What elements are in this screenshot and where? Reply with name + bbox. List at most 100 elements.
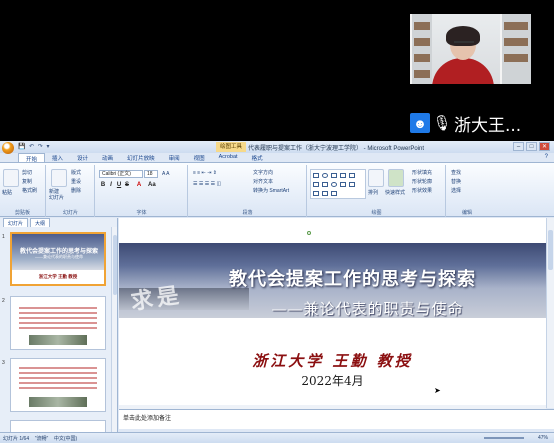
minimize-button[interactable]: – xyxy=(513,142,524,151)
help-icon[interactable]: ? xyxy=(545,154,548,160)
slide-author[interactable]: 浙江大学 王勤 教授 xyxy=(119,350,546,371)
slide-thumbnail[interactable]: 教代会提案工作的思考与探索 ——兼论代表的职责与使命 浙江大学 王勤 教授 xyxy=(10,232,106,286)
panel-tabs: 幻灯片 大纲 xyxy=(0,218,117,227)
paste-icon[interactable] xyxy=(3,169,19,187)
copy-button[interactable]: 复制 xyxy=(22,178,32,185)
cut-button[interactable]: 剪切 xyxy=(22,169,32,176)
bookshelf xyxy=(410,14,432,84)
vertical-scrollbar[interactable] xyxy=(546,218,554,408)
quick-styles-icon[interactable] xyxy=(388,169,404,187)
group-font: Calibri (正文) 18 A A B I U S A Aa 字体 xyxy=(96,165,188,217)
ribbon-tabs: 开始 插入 设计 动画 幻灯片放映 审阅 视图 Acrobat 格式 ? xyxy=(0,153,554,163)
arrange-icon[interactable] xyxy=(368,169,384,187)
thumbnail-subtitle: ——兼论代表的职责与使命 xyxy=(35,254,83,259)
group-label: 段落 xyxy=(242,210,253,216)
tab-format[interactable]: 格式 xyxy=(245,153,270,162)
smartart-button[interactable]: 转换为 SmartArt xyxy=(253,187,289,194)
tab-slideshow[interactable]: 幻灯片放映 xyxy=(120,153,162,162)
find-button[interactable]: 查找 xyxy=(451,169,461,176)
layout-button[interactable]: 版式 xyxy=(71,169,81,176)
status-left: 幻灯片 1/64 "流畅" 中文(中国) xyxy=(3,435,77,442)
mouse-cursor-icon: ➤ xyxy=(434,386,441,395)
screen: ☻ 🎙 浙大王... 💾 ↶ ↷ ▾ 绘图工具 代表履职与提案工作（浙大宁波理工… xyxy=(0,0,554,443)
context-tab: 绘图工具 xyxy=(216,142,247,152)
change-case-icon[interactable]: Aa xyxy=(148,182,156,189)
notes-pane[interactable]: 单击此处添加备注 xyxy=(119,409,554,429)
tab-slides[interactable]: 幻灯片 xyxy=(3,218,29,227)
new-slide-icon[interactable] xyxy=(51,169,67,187)
tab-outline[interactable]: 大纲 xyxy=(30,218,51,227)
font-name-select[interactable]: Calibri (正文) xyxy=(99,170,143,178)
status-bar: 幻灯片 1/64 "流畅" 中文(中国) 47% xyxy=(0,432,554,443)
shape-outline-button[interactable]: 形状轮廓 xyxy=(412,178,432,185)
person-body xyxy=(432,58,494,84)
tab-home[interactable]: 开始 xyxy=(18,153,46,163)
tab-acrobat[interactable]: Acrobat xyxy=(212,153,245,162)
italic-icon[interactable]: I xyxy=(108,182,114,189)
font-color-icon[interactable]: A xyxy=(136,182,142,189)
maximize-button[interactable]: □ xyxy=(526,142,537,151)
list-icons[interactable]: ≡ ≡ ⇤ ⇥ ⇕ xyxy=(193,170,217,176)
slide-title[interactable]: 教代会提案工作的思考与探索 xyxy=(179,265,526,291)
font-grow-icon[interactable]: A A xyxy=(162,171,170,177)
paste-button[interactable]: 粘贴 xyxy=(2,189,12,196)
slide-thumbnail[interactable] xyxy=(10,296,106,350)
tab-design[interactable]: 设计 xyxy=(70,153,95,162)
group-clipboard: 粘贴 剪切 复制 格式刷 剪贴板 xyxy=(0,165,46,217)
tab-review[interactable]: 审阅 xyxy=(162,153,187,162)
window-controls: – □ ✕ xyxy=(513,142,550,151)
participant-name-tag: ☻ 🎙 浙大王... xyxy=(410,112,522,136)
powerpoint-window: 💾 ↶ ↷ ▾ 绘图工具 代表履职与提案工作（浙大宁波理工学院） - Micro… xyxy=(0,141,554,443)
align-icons[interactable]: ☰ ☰ ☰ ☰ ◫ xyxy=(193,181,221,187)
quick-access-toolbar[interactable]: 💾 ↶ ↷ ▾ xyxy=(18,143,51,150)
zoom-slider[interactable] xyxy=(484,437,524,439)
thumbnail-author: 浙江大学 王勤 教授 xyxy=(38,274,78,279)
text-direction-button[interactable]: 文字方向 xyxy=(253,169,273,176)
slide-counter: 幻灯片 1/64 xyxy=(3,436,30,442)
title-bar: 💾 ↶ ↷ ▾ 绘图工具 代表履职与提案工作（浙大宁波理工学院） - Micro… xyxy=(0,141,554,154)
person-glasses xyxy=(454,41,474,46)
quick-styles-button[interactable]: 快速样式 xyxy=(385,189,405,196)
format-painter-button[interactable]: 格式刷 xyxy=(22,187,37,194)
microphone-icon[interactable]: 🎙 xyxy=(432,113,451,133)
font-size-select[interactable]: 18 xyxy=(144,170,158,178)
arrange-button[interactable]: 排列 xyxy=(368,189,378,196)
window-title: 代表履职与提案工作（浙大宁波理工学院） - Microsoft PowerPoi… xyxy=(248,146,425,152)
shapes-gallery[interactable] xyxy=(310,169,366,199)
slide-date[interactable]: 2022年4月 xyxy=(119,372,546,389)
tab-insert[interactable]: 插入 xyxy=(45,153,70,162)
zoom-level[interactable]: 47% xyxy=(538,435,548,441)
bold-icon[interactable]: B xyxy=(100,182,106,189)
replace-button[interactable]: 替换 xyxy=(451,178,461,185)
slide-thumbnail-panel: 幻灯片 大纲 1 教代会提案工作的思考与探索 ——兼论代表的职责与使命 浙江大学… xyxy=(0,218,118,434)
reset-button[interactable]: 重设 xyxy=(71,178,81,185)
group-label: 绘图 xyxy=(371,210,382,216)
group-drawing: 排列 快速样式 形状填充 形状轮廓 形状效果 绘图 xyxy=(308,165,446,217)
tab-view[interactable]: 视图 xyxy=(187,153,212,162)
select-button[interactable]: 选择 xyxy=(451,187,461,194)
group-label: 幻灯片 xyxy=(62,210,78,216)
delete-button[interactable]: 删除 xyxy=(71,187,81,194)
slide-canvas[interactable]: 求是新 教代会提案工作的思考与探索 ——兼论代表的职责与使命 浙江大学 王勤 教… xyxy=(119,218,546,405)
group-label: 编辑 xyxy=(461,210,472,216)
theme-name: "流畅" xyxy=(34,436,49,442)
strikethrough-icon[interactable]: S xyxy=(124,182,130,189)
group-paragraph: ≡ ≡ ⇤ ⇥ ⇕ ☰ ☰ ☰ ☰ ◫ 文字方向 对齐文本 转换为 SmartA… xyxy=(189,165,307,217)
shape-fill-button[interactable]: 形状填充 xyxy=(412,169,432,176)
group-slides: 新建 幻灯片 版式 重设 删除 幻灯片 xyxy=(47,165,95,217)
close-button[interactable]: ✕ xyxy=(539,142,550,151)
shape-effects-button[interactable]: 形状效果 xyxy=(412,187,432,194)
participant-name: 浙大王... xyxy=(454,115,522,136)
underline-icon[interactable]: U xyxy=(116,182,122,189)
tab-animation[interactable]: 动画 xyxy=(95,153,120,162)
group-label: 剪贴板 xyxy=(14,210,30,216)
group-label: 字体 xyxy=(136,210,147,216)
panel-scrollbar[interactable] xyxy=(111,227,117,432)
slide-thumbnail[interactable] xyxy=(10,358,106,412)
slide-subtitle[interactable]: ——兼论代表的职责与使命 xyxy=(199,298,536,319)
new-slide-button[interactable]: 新建 幻灯片 xyxy=(49,189,64,201)
group-editing: 查找 替换 选择 编辑 xyxy=(447,165,487,217)
align-text-button[interactable]: 对齐文本 xyxy=(253,178,273,185)
language: 中文(中国) xyxy=(53,436,78,442)
rotation-handle[interactable] xyxy=(307,231,311,235)
